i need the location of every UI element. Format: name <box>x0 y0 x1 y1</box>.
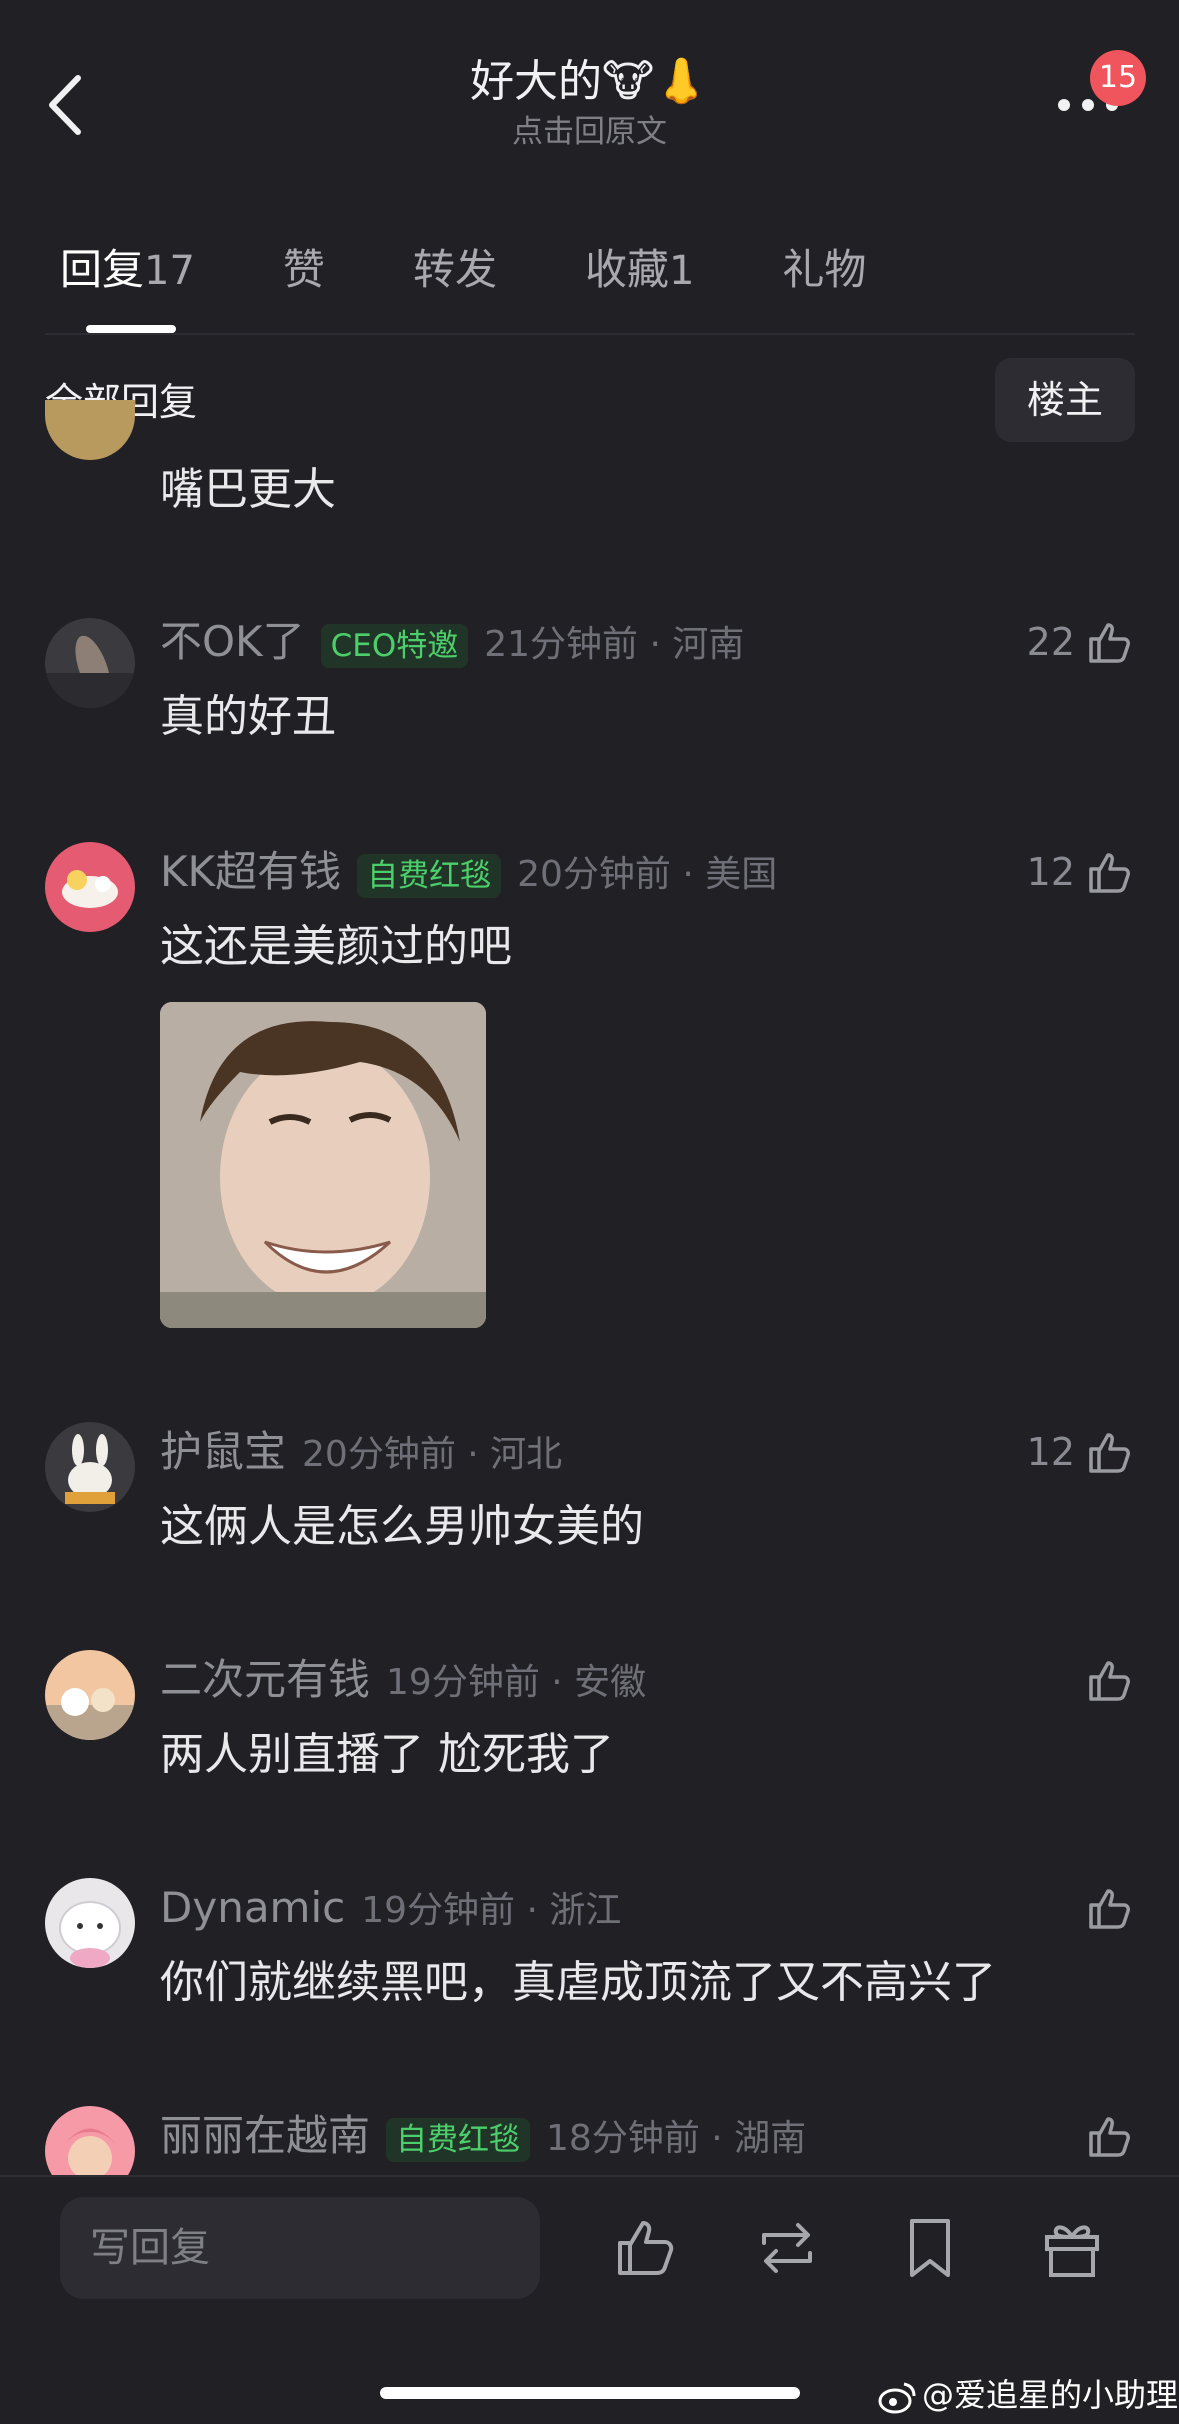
username[interactable]: 丽丽在越南 <box>160 2111 370 2160</box>
comment-text: 嘴巴更大 <box>160 464 336 515</box>
thumbs-up-icon[interactable] <box>1085 1427 1135 1477</box>
avatar[interactable] <box>45 2106 135 2175</box>
thumbs-up-icon[interactable] <box>1085 1655 1135 1705</box>
username[interactable]: KK超有钱 <box>160 847 341 896</box>
comment-meta: 不OK了 CEO特邀 21分钟前 · 河南 <box>160 612 744 672</box>
comment-text: 这还是美颜过的吧 <box>160 921 512 972</box>
owner-only-button[interactable]: 楼主 <box>995 358 1135 442</box>
home-indicator <box>380 2387 800 2399</box>
comment-time-location: 20分钟前 · 河北 <box>302 1434 563 1475</box>
post-title[interactable]: 好大的🐮👃 <box>0 52 1179 112</box>
avatar[interactable] <box>45 1878 135 1968</box>
avatar[interactable] <box>45 842 135 932</box>
comment-meta: 丽丽在越南 自费红毯 18分钟前 · 湖南 <box>160 2106 806 2166</box>
weibo-logo-icon <box>878 2382 916 2414</box>
tab-label: 收藏 <box>584 245 669 294</box>
comment-time-location: 19分钟前 · 浙江 <box>361 1890 622 1931</box>
comment-meta: Dynamic 19分钟前 · 浙江 <box>160 1878 621 1938</box>
tab-replies[interactable]: 回复17 <box>60 235 195 305</box>
comment-time-location: 21分钟前 · 河南 <box>484 624 745 665</box>
tab-label: 回复 <box>60 245 145 294</box>
comment-time-location: 19分钟前 · 安徽 <box>386 1662 647 1703</box>
repost-icon[interactable] <box>752 2213 822 2283</box>
thumbs-up-icon[interactable] <box>1085 1883 1135 1933</box>
like-count: 12 <box>1026 850 1075 894</box>
user-badge: 自费红毯 <box>386 2117 531 2162</box>
like-control[interactable] <box>1005 1650 1135 1710</box>
comment-image[interactable] <box>160 1002 486 1328</box>
thumbs-up-icon[interactable] <box>1085 847 1135 897</box>
comment-text: 真的好丑 <box>160 691 336 742</box>
username[interactable]: 不OK了 <box>160 617 305 666</box>
like-count: 22 <box>1026 620 1075 664</box>
username[interactable]: Dynamic <box>160 1883 345 1932</box>
tab-favorites[interactable]: 收藏1 <box>585 235 694 305</box>
notification-badge: 15 <box>1090 50 1146 106</box>
tab-reposts[interactable]: 转发 <box>413 235 497 305</box>
reply-input[interactable]: 写回复 <box>60 2197 540 2299</box>
user-badge: CEO特邀 <box>320 623 469 668</box>
like-icon[interactable] <box>612 2213 682 2283</box>
tab-label: 礼物 <box>782 245 867 294</box>
tab-likes[interactable]: 赞 <box>283 235 325 305</box>
user-badge: 自费红毯 <box>357 853 502 898</box>
comment-meta: 护鼠宝 20分钟前 · 河北 <box>160 1422 562 1482</box>
like-control[interactable]: 12 <box>1005 1422 1135 1482</box>
watermark-text: @爱追星的小助理 <box>922 2376 1179 2414</box>
comment-item: 丽丽在越南 自费红毯 18分钟前 · 湖南 <box>0 2106 1179 2175</box>
tab-label: 转发 <box>412 245 497 294</box>
tab-count: 17 <box>144 248 195 294</box>
post-title-area[interactable]: 好大的🐮👃 点击回原文 <box>0 52 1179 152</box>
like-control[interactable] <box>1005 2106 1135 2166</box>
bookmark-icon[interactable] <box>895 2213 965 2283</box>
avatar[interactable] <box>45 1650 135 1740</box>
reply-placeholder: 写回复 <box>90 2225 210 2271</box>
like-control[interactable]: 12 <box>1005 842 1135 902</box>
thumbs-up-icon[interactable] <box>1085 2111 1135 2161</box>
comment-text: 两人别直播了 尬死我了 <box>160 1729 614 1780</box>
comment-time-location: 18分钟前 · 湖南 <box>546 2118 807 2159</box>
back-to-original-link[interactable]: 点击回原文 <box>0 112 1179 152</box>
avatar[interactable] <box>45 618 135 708</box>
comment-text: 你们就继续黑吧，真虐成顶流了又不高兴了 <box>160 1957 996 2008</box>
tab-gifts[interactable]: 礼物 <box>782 235 866 305</box>
tab-divider <box>45 333 1135 335</box>
username[interactable]: 二次元有钱 <box>160 1655 370 1704</box>
tab-count: 1 <box>668 248 695 294</box>
active-tab-indicator <box>86 325 176 333</box>
comment-time-location: 20分钟前 · 美国 <box>517 854 778 895</box>
gift-icon[interactable] <box>1037 2213 1107 2283</box>
like-control[interactable] <box>1005 1878 1135 1938</box>
avatar[interactable] <box>45 400 135 460</box>
like-count: 12 <box>1026 1430 1075 1474</box>
username[interactable]: 护鼠宝 <box>160 1427 286 1476</box>
watermark: @爱追星的小助理 <box>878 2370 1178 2420</box>
comment-meta: 二次元有钱 19分钟前 · 安徽 <box>160 1650 646 1710</box>
top-nav-bar: 好大的🐮👃 点击回原文 15 <box>0 0 1179 200</box>
tab-bar: 回复17 赞 转发 收藏1 礼物 <box>60 235 956 305</box>
comment-meta: KK超有钱 自费红毯 20分钟前 · 美国 <box>160 842 777 902</box>
avatar[interactable] <box>45 1422 135 1512</box>
comment-text: 这俩人是怎么男帅女美的 <box>160 1501 644 1552</box>
like-control[interactable]: 22 <box>1005 612 1135 672</box>
tab-label: 赞 <box>282 245 325 294</box>
thumbs-up-icon[interactable] <box>1085 617 1135 667</box>
